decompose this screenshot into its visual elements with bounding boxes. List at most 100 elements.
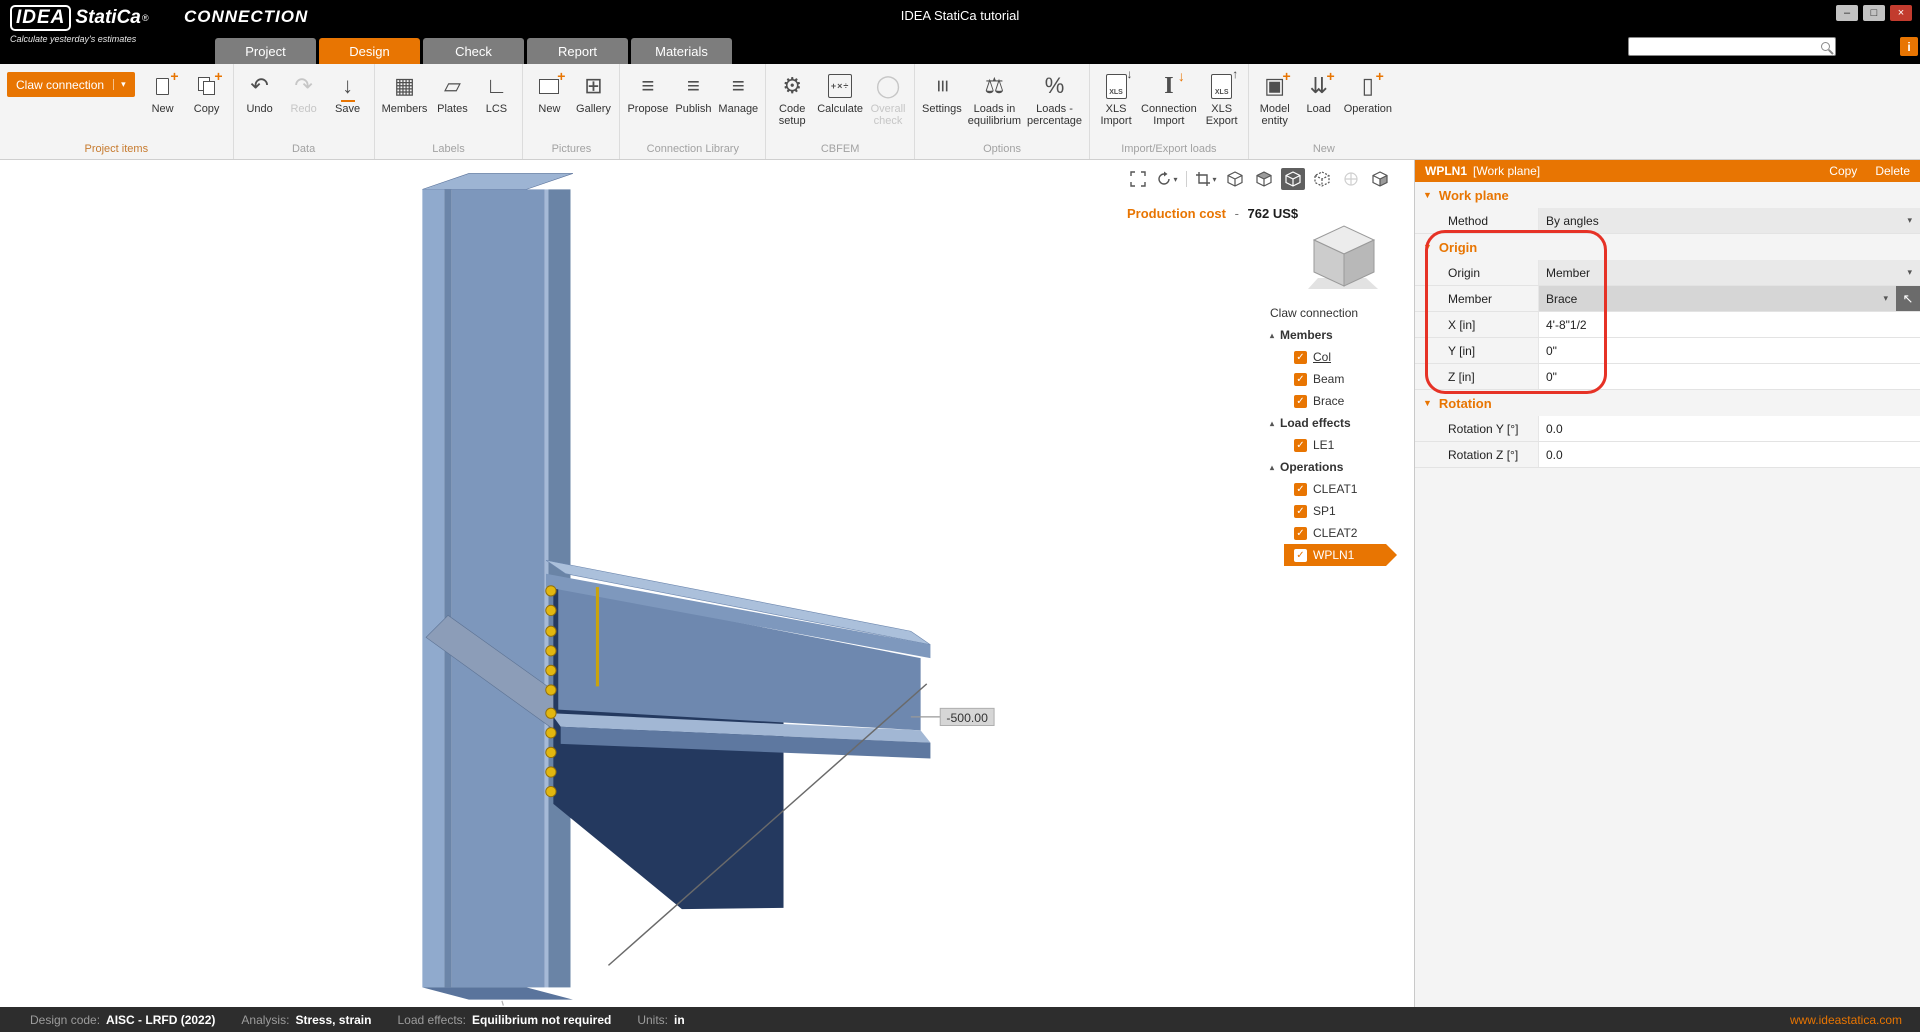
group-label-cbfem: CBFEM: [771, 141, 909, 159]
rotation-z-input[interactable]: 0.0: [1538, 442, 1920, 467]
section-origin[interactable]: ▼ Origin: [1415, 234, 1920, 260]
gallery-button[interactable]: ⊞ Gallery: [572, 67, 614, 117]
tree-item-cleat2[interactable]: ✓ CLEAT2: [1256, 522, 1412, 544]
checkbox-checked-icon[interactable]: ✓: [1294, 439, 1307, 452]
checkbox-checked-icon[interactable]: ✓: [1294, 505, 1307, 518]
3d-viewport[interactable]: -500.00 ▾ ▾: [0, 160, 1414, 1007]
y-input[interactable]: 0": [1538, 338, 1920, 363]
undo-button[interactable]: ↶ Undo: [239, 67, 281, 117]
settings-button[interactable]: ≡ Settings: [920, 67, 964, 117]
x-input[interactable]: 4'-8"1/2: [1538, 312, 1920, 337]
xls-export-button[interactable]: XLS↑ XLS Export: [1201, 67, 1243, 129]
row-y: Y [in] 0": [1415, 338, 1920, 364]
tab-design[interactable]: Design: [319, 38, 420, 64]
loads-percentage-button[interactable]: % Loads - percentage: [1025, 67, 1084, 129]
expander-icon: ▴: [1270, 331, 1274, 340]
origin-dropdown[interactable]: Member ▾: [1538, 260, 1920, 285]
loads-in-equilibrium-button[interactable]: ⚖ Loads in equilibrium: [966, 67, 1023, 129]
axes-view-icon[interactable]: [1339, 168, 1363, 190]
chevron-down-icon: ▾: [1907, 215, 1912, 226]
code-setup-button[interactable]: ⚙ Code setup: [771, 67, 813, 129]
tree-item-sp1[interactable]: ✓ SP1: [1256, 500, 1412, 522]
tree-item-col[interactable]: ✓ Col: [1256, 346, 1412, 368]
view-cube[interactable]: [1300, 216, 1388, 303]
properties-header: WPLN1 [Work plane] Copy Delete: [1415, 160, 1920, 182]
publish-button[interactable]: ≡ Publish: [672, 67, 714, 117]
member-dropdown[interactable]: Brace ▾: [1538, 286, 1896, 311]
selection-arrow: [1386, 544, 1397, 566]
section-rotation[interactable]: ▼ Rotation: [1415, 390, 1920, 416]
app-header: IDEA StatiCa ® Calculate yesterday's est…: [0, 0, 1920, 64]
members-labels-button[interactable]: ▦ Members: [380, 67, 430, 117]
load-arrows-icon: ⇊+: [1301, 71, 1337, 101]
tab-check[interactable]: Check: [423, 38, 524, 64]
propose-button[interactable]: ≡ Propose: [625, 67, 670, 117]
tree-group-load-effects[interactable]: ▴ Load effects: [1256, 412, 1412, 434]
row-member: Member Brace ▾ ↖: [1415, 286, 1920, 312]
tree-group-members[interactable]: ▴ Members: [1256, 324, 1412, 346]
info-button[interactable]: i: [1900, 37, 1918, 56]
overall-check-button[interactable]: ◯ Overall check: [867, 67, 909, 129]
checkbox-checked-icon[interactable]: ✓: [1294, 351, 1307, 364]
group-label-options: Options: [920, 141, 1084, 159]
xls-import-button[interactable]: XLS↓ XLS Import: [1095, 67, 1137, 129]
rotation-y-input[interactable]: 0.0: [1538, 416, 1920, 441]
copy-operation-button[interactable]: Copy: [1829, 164, 1857, 178]
lcs-labels-button[interactable]: ∟ LCS: [475, 67, 517, 117]
tab-report[interactable]: Report: [527, 38, 628, 64]
maximize-button[interactable]: □: [1863, 5, 1885, 21]
main-tabs: Project Design Check Report Materials: [215, 38, 732, 64]
tree-item-wpln1[interactable]: ✓ WPLN1: [1284, 544, 1386, 566]
redo-button[interactable]: ↷ Redo: [283, 67, 325, 117]
new-picture-button[interactable]: + New: [528, 67, 570, 117]
fit-view-icon[interactable]: [1126, 168, 1150, 190]
transparent-view-icon[interactable]: [1310, 168, 1334, 190]
minimize-button[interactable]: –: [1836, 5, 1858, 21]
save-button[interactable]: ↓ Save: [327, 67, 369, 117]
new-operation-button[interactable]: ▯+ Operation: [1342, 67, 1394, 117]
beam-member[interactable]: [546, 560, 930, 758]
tab-materials[interactable]: Materials: [631, 38, 732, 64]
tree-item-le1[interactable]: ✓ LE1: [1256, 434, 1412, 456]
calculate-button[interactable]: +×÷ Calculate: [815, 67, 865, 117]
collapse-icon: ▼: [1423, 190, 1432, 200]
tab-project[interactable]: Project: [215, 38, 316, 64]
close-button[interactable]: ×: [1890, 5, 1912, 21]
delete-operation-button[interactable]: Delete: [1875, 164, 1910, 178]
units-value: in: [674, 1013, 685, 1027]
logo-idea: IDEA: [10, 5, 71, 31]
website-link[interactable]: www.ideastatica.com: [1790, 1013, 1902, 1027]
wireframe-view-icon[interactable]: [1223, 168, 1247, 190]
z-input[interactable]: 0": [1538, 364, 1920, 389]
shaded-view-icon[interactable]: [1252, 168, 1276, 190]
tree-group-operations[interactable]: ▴ Operations: [1256, 456, 1412, 478]
default-view-icon[interactable]: [1368, 168, 1392, 190]
plates-labels-button[interactable]: ▱ Plates: [431, 67, 473, 117]
new-project-item-button[interactable]: + New: [142, 67, 184, 117]
gear-icon: ⚙: [774, 71, 810, 101]
solid-view-icon[interactable]: [1281, 168, 1305, 190]
checkbox-checked-icon[interactable]: ✓: [1294, 483, 1307, 496]
copy-project-item-button[interactable]: + Copy: [186, 67, 228, 117]
section-view-icon[interactable]: ▾: [1194, 168, 1218, 190]
section-work-plane[interactable]: ▼ Work plane: [1415, 182, 1920, 208]
checkbox-checked-icon[interactable]: ✓: [1294, 549, 1307, 562]
tree-item-brace[interactable]: ✓ Brace: [1256, 390, 1412, 412]
group-label-connection-library: Connection Library: [625, 141, 760, 159]
orbit-view-icon[interactable]: ▾: [1155, 168, 1179, 190]
checkbox-checked-icon[interactable]: ✓: [1294, 527, 1307, 540]
model-entity-button[interactable]: ▣+ Model entity: [1254, 67, 1296, 129]
search-input[interactable]: [1628, 37, 1836, 56]
tree-item-cleat1[interactable]: ✓ CLEAT1: [1256, 478, 1412, 500]
manage-button[interactable]: ≡ Manage: [716, 67, 760, 117]
claw-connection-dropdown[interactable]: Claw connection ▾: [7, 72, 135, 97]
3d-scene[interactable]: -500.00: [0, 160, 1414, 1007]
connection-import-button[interactable]: I↓ Connection Import: [1139, 67, 1199, 129]
checkbox-checked-icon[interactable]: ✓: [1294, 373, 1307, 386]
checkbox-checked-icon[interactable]: ✓: [1294, 395, 1307, 408]
pick-member-button[interactable]: ↖: [1896, 286, 1920, 311]
tree-item-beam[interactable]: ✓ Beam: [1256, 368, 1412, 390]
row-z: Z [in] 0": [1415, 364, 1920, 390]
method-dropdown[interactable]: By angles ▾: [1538, 208, 1920, 233]
new-load-button[interactable]: ⇊+ Load: [1298, 67, 1340, 117]
